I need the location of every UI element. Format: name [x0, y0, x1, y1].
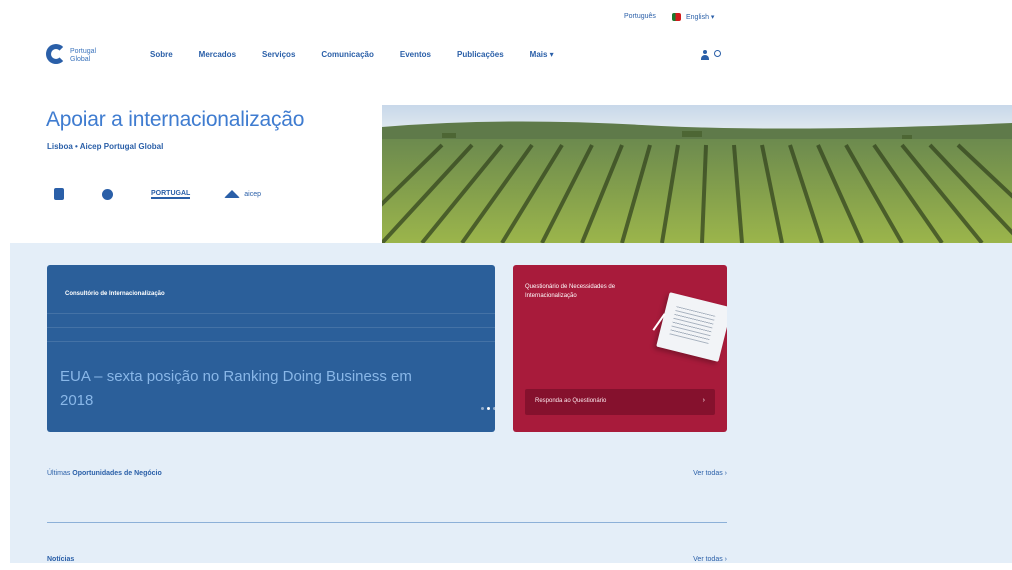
section-title: Notícias	[47, 556, 75, 563]
partner-logos: PORTUGAL aicep	[54, 188, 295, 200]
logo-mark-icon	[46, 44, 66, 64]
logo-text: Portugal Global	[70, 48, 97, 63]
carousel-dot[interactable]	[493, 407, 495, 410]
shield-icon	[54, 188, 64, 200]
news-kicker: Consultório de Internacionalização	[65, 291, 165, 297]
hero-subtitle: Lisboa • Aicep Portugal Global	[47, 142, 164, 151]
see-all-link[interactable]: Ver todas ›	[693, 556, 727, 563]
partner-logo-2[interactable]	[102, 188, 117, 200]
carousel-dot-active[interactable]	[487, 407, 490, 410]
nav-item-about[interactable]: Sobre	[150, 50, 173, 59]
nav-item-events[interactable]: Eventos	[400, 50, 431, 59]
partner-logo-1[interactable]	[54, 188, 68, 200]
partner-logo-4[interactable]: aicep	[224, 190, 261, 198]
language-link[interactable]: Português	[624, 13, 656, 20]
language-selector[interactable]: English ▾	[686, 13, 714, 21]
page-title: Apoiar a internacionalização	[46, 108, 305, 131]
main-nav: Sobre Mercados Serviços Comunicação Even…	[150, 50, 580, 59]
partner-logo-3[interactable]: PORTUGAL	[151, 190, 191, 199]
arrow-logo-icon	[224, 190, 241, 198]
site-logo[interactable]: Portugal Global	[46, 44, 116, 66]
divider	[47, 341, 495, 342]
see-all-link[interactable]: Ver todas ›	[693, 470, 727, 477]
promo-title: Questionário de Necessidades de Internac…	[525, 284, 616, 299]
nav-item-markets[interactable]: Mercados	[199, 50, 236, 59]
top-header: Português English ▾ Portugal Global Sobr…	[0, 0, 1012, 100]
section-news: Notícias Ver todas ›	[47, 556, 727, 570]
document-icon	[656, 292, 727, 362]
news-carousel[interactable]: Consultório de Internacionalização EUA –…	[47, 265, 495, 432]
circle-logo-icon	[102, 188, 113, 200]
nav-item-publications[interactable]: Publicações	[457, 50, 504, 59]
search-icon[interactable]	[714, 50, 721, 57]
nav-item-communication[interactable]: Comunicação	[321, 50, 373, 59]
section-divider	[47, 522, 727, 523]
questionnaire-button[interactable]: Responda ao Questionário ›	[525, 389, 715, 415]
divider	[47, 313, 495, 314]
questionnaire-button-label: Responda ao Questionário	[535, 398, 607, 404]
questionnaire-card[interactable]: Questionário de Necessidades de Internac…	[513, 265, 727, 432]
section-title: Últimas Oportunidades de Negócio	[47, 470, 162, 477]
divider	[47, 327, 495, 328]
hero-vineyard-image	[382, 105, 1012, 243]
news-headline[interactable]: EUA – sexta posição no Ranking Doing Bus…	[60, 365, 420, 413]
flag-icon	[672, 13, 681, 21]
user-icon[interactable]	[700, 50, 710, 60]
chevron-right-icon: ›	[702, 397, 705, 404]
nav-item-more[interactable]: Mais ▾	[530, 50, 554, 59]
carousel-dot[interactable]	[481, 407, 484, 410]
nav-item-services[interactable]: Serviços	[262, 50, 295, 59]
section-opportunities: Últimas Oportunidades de Negócio Ver tod…	[47, 470, 727, 484]
carousel-dots	[481, 407, 495, 410]
